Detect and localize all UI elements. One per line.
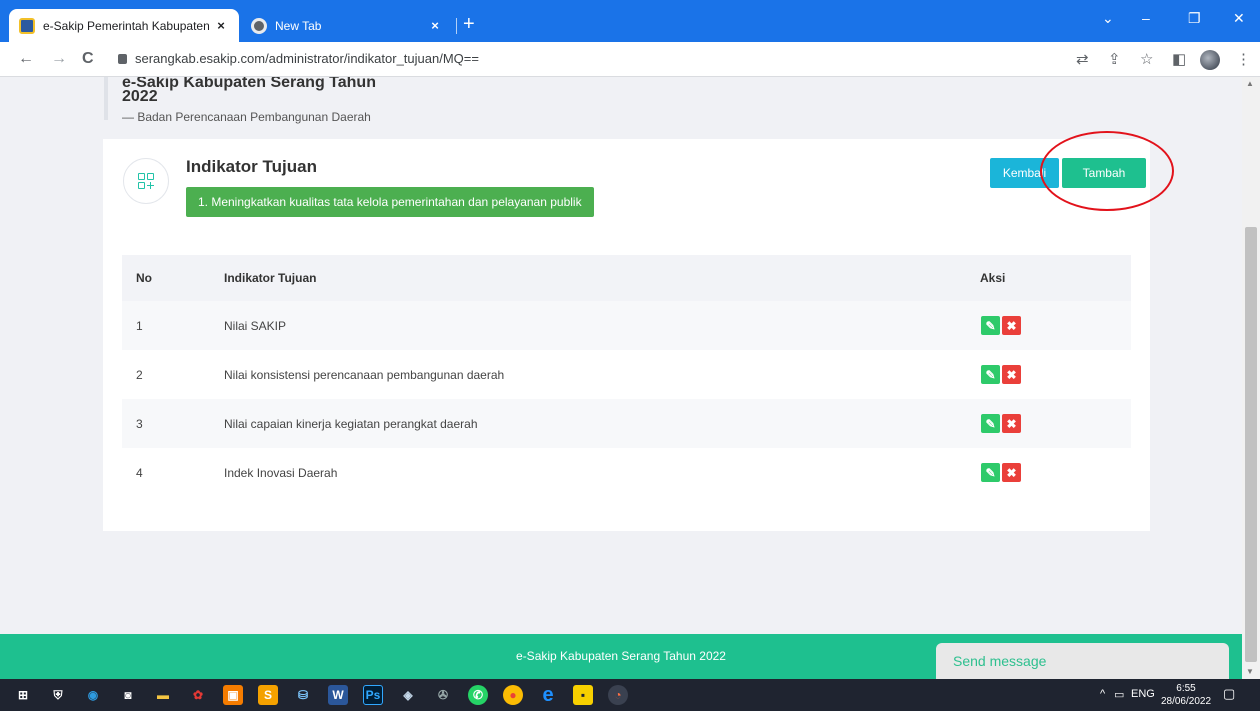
reload-button[interactable]: C	[82, 50, 94, 68]
clock-date: 28/06/2022	[1160, 696, 1212, 707]
profile-avatar[interactable]	[1200, 50, 1220, 70]
row-indikator: Nilai konsistensi perencanaan pembanguna…	[224, 367, 505, 382]
windows-taskbar: ⊞ ⛨ ◉ ◙ ▬ ✿ ▣ S ⛁ W Ps ◈ ✇ ✆ ● e ▪ ◔ ^ ▭…	[0, 679, 1260, 711]
forward-button[interactable]: →	[51, 50, 67, 68]
photoshop-icon[interactable]: Ps	[363, 685, 383, 705]
row-no: 1	[136, 318, 143, 333]
annotation-circle	[1040, 131, 1174, 211]
delete-icon[interactable]: ✖	[1002, 414, 1021, 433]
taskbar-clock[interactable]: 6:55 28/06/2022	[1158, 682, 1214, 708]
file-explorer-icon[interactable]: ▬	[153, 685, 173, 705]
page-header: e-Sakip Kabupaten Serang Tahun 2022 — Ba…	[104, 77, 404, 124]
network-icon[interactable]: ⛁	[293, 685, 313, 705]
row-no: 3	[136, 416, 143, 431]
new-tab-button[interactable]: +	[463, 14, 475, 34]
tab-esakip[interactable]: e-Sakip Pemerintah Kabupaten S ×	[9, 9, 239, 42]
tab-search-chevron-icon[interactable]: ⌄	[1102, 10, 1114, 27]
vertical-scrollbar[interactable]: ▲ ▼	[1242, 77, 1260, 679]
table-row: 2 Nilai konsistensi perencanaan pembangu…	[122, 350, 1131, 399]
tab-new-tab[interactable]: New Tab ×	[241, 9, 453, 42]
tab-close-icon[interactable]: ×	[213, 18, 229, 33]
sidebar-icon[interactable]: ◧	[1172, 50, 1186, 68]
url-text: serangkab.esakip.com/administrator/indik…	[135, 51, 479, 66]
chrome-icon[interactable]: ●	[503, 685, 523, 705]
language-indicator[interactable]: ENG	[1131, 688, 1155, 700]
indikator-table: No Indikator Tujuan Aksi 1 Nilai SAKIP ✎…	[122, 255, 1131, 497]
row-indikator: Nilai capaian kinerja kegiatan perangkat…	[224, 416, 478, 431]
whatsapp-icon[interactable]: ✆	[468, 685, 488, 705]
table-row: 1 Nilai SAKIP ✎ ✖	[122, 301, 1131, 350]
tujuan-badge: 1. Meningkatkan kualitas tata kelola pem…	[186, 187, 594, 217]
windows-start-icon[interactable]: ⊞	[13, 685, 33, 705]
tray-chevron-icon[interactable]: ^	[1100, 688, 1105, 700]
tab-separator	[456, 18, 457, 34]
esakip-favicon-icon	[19, 17, 35, 34]
app-red-icon[interactable]: ✿	[188, 685, 208, 705]
col-aksi: Aksi	[980, 271, 1006, 285]
scroll-down-icon[interactable]: ▼	[1246, 667, 1254, 676]
dashboard-add-icon	[123, 158, 169, 204]
tab-close-icon[interactable]: ×	[427, 18, 443, 33]
app-orange-icon[interactable]: ▣	[223, 685, 243, 705]
chrome-favicon-icon	[251, 17, 267, 34]
delete-icon[interactable]: ✖	[1002, 316, 1021, 335]
restore-button[interactable]: ❐	[1188, 10, 1201, 27]
browser-tab-bar: e-Sakip Pemerintah Kabupaten S × New Tab…	[0, 0, 1260, 42]
browser-toolbar: ← → C serangkab.esakip.com/administrator…	[0, 42, 1260, 77]
col-no: No	[136, 271, 152, 285]
card-title: Indikator Tujuan	[186, 157, 317, 176]
close-window-button[interactable]: ✕	[1233, 10, 1245, 27]
battery-icon[interactable]: ▭	[1114, 688, 1124, 701]
send-message-widget[interactable]: Send message	[936, 643, 1229, 679]
scroll-up-icon[interactable]: ▲	[1246, 79, 1254, 88]
translate-icon[interactable]: ⇄	[1076, 50, 1089, 68]
sublime-text-icon[interactable]: S	[258, 685, 278, 705]
app-icon[interactable]: ◉	[83, 685, 103, 705]
delete-icon[interactable]: ✖	[1002, 365, 1021, 384]
table-header: No Indikator Tujuan Aksi	[122, 255, 1131, 301]
scrollbar-thumb[interactable]	[1245, 227, 1257, 662]
lock-icon	[118, 54, 127, 64]
table-body: 1 Nilai SAKIP ✎ ✖ 2 Nilai konsistensi per…	[122, 301, 1131, 497]
word-icon[interactable]: W	[328, 685, 348, 705]
menu-icon[interactable]: ⋮	[1236, 50, 1251, 68]
address-bar[interactable]: serangkab.esakip.com/administrator/indik…	[118, 51, 479, 66]
minimize-button[interactable]: –	[1142, 10, 1150, 26]
clock-time: 6:55	[1176, 683, 1196, 694]
app-tool-icon[interactable]: ✇	[433, 685, 453, 705]
shield-icon[interactable]: ⛨	[48, 685, 68, 705]
row-indikator: Indek Inovasi Daerah	[224, 465, 338, 480]
indikator-card: Indikator Tujuan 1. Meningkatkan kualita…	[103, 139, 1150, 531]
row-indikator: Nilai SAKIP	[224, 318, 287, 333]
app-gray-icon[interactable]: ◈	[398, 685, 418, 705]
page-subtitle: — Badan Perencanaan Pembangunan Daerah	[122, 110, 371, 124]
chrome-active-icon[interactable]: ◔	[608, 685, 628, 705]
edit-icon[interactable]: ✎	[981, 463, 1000, 482]
table-row: 4 Indek Inovasi Daerah ✎ ✖	[122, 448, 1131, 497]
col-indikator: Indikator Tujuan	[224, 271, 317, 285]
row-no: 2	[136, 367, 143, 382]
back-button[interactable]: ←	[18, 50, 34, 68]
row-no: 4	[136, 465, 143, 480]
share-icon[interactable]: ⇪	[1108, 50, 1121, 68]
edit-icon[interactable]: ✎	[981, 365, 1000, 384]
page-title: e-Sakip Kabupaten Serang Tahun 2022	[122, 77, 376, 105]
edit-icon[interactable]: ✎	[981, 316, 1000, 335]
table-row: 3 Nilai capaian kinerja kegiatan perangk…	[122, 399, 1131, 448]
camera-icon[interactable]: ◙	[118, 685, 138, 705]
delete-icon[interactable]: ✖	[1002, 463, 1021, 482]
edge-icon[interactable]: e	[538, 684, 558, 706]
tab-title: e-Sakip Pemerintah Kabupaten S	[43, 18, 213, 33]
edit-icon[interactable]: ✎	[981, 414, 1000, 433]
tab-title: New Tab	[275, 18, 322, 33]
star-icon[interactable]: ☆	[1140, 50, 1153, 68]
notification-icon[interactable]: ▢	[1223, 686, 1235, 702]
sticky-notes-icon[interactable]: ▪	[573, 685, 593, 705]
